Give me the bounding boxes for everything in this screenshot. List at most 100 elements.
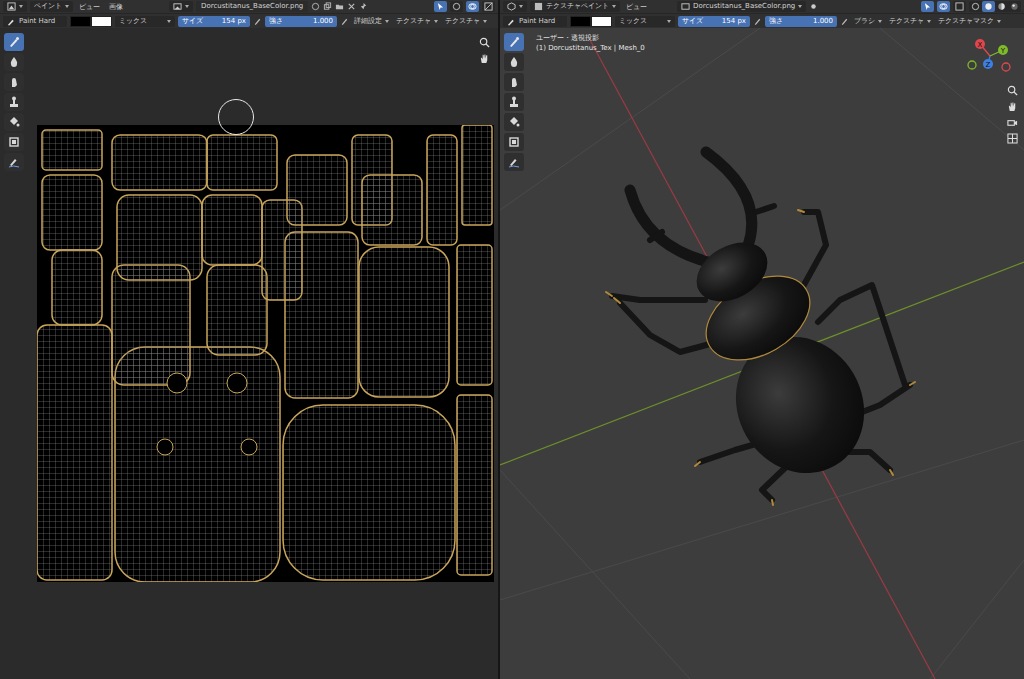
header-right-icons xyxy=(434,1,495,12)
menu-item[interactable]: ビュー xyxy=(623,2,650,12)
navigation-gizmo[interactable]: XYZ xyxy=(962,34,1018,78)
rendered-shading-button[interactable] xyxy=(1008,1,1021,12)
pressure-icon[interactable] xyxy=(753,17,762,26)
popover-menu[interactable]: テクスチャ xyxy=(887,16,933,27)
draw-icon xyxy=(508,36,520,48)
axis-handle[interactable] xyxy=(983,59,993,69)
mask-tool[interactable] xyxy=(4,133,24,151)
pin-icon[interactable] xyxy=(359,2,368,11)
pressure-icon[interactable] xyxy=(253,17,262,26)
toolbar xyxy=(504,33,524,171)
image-name-field[interactable]: Dorcustitanus_BaseColor.png xyxy=(196,1,308,12)
editor-type-button[interactable] xyxy=(3,1,27,12)
annotate-tool[interactable] xyxy=(4,153,24,171)
axis-label: Y xyxy=(1000,47,1006,55)
wireframe-shading-button[interactable] xyxy=(969,1,982,12)
axis-handle[interactable] xyxy=(998,45,1008,55)
fill-tool[interactable] xyxy=(4,113,24,131)
dropdown-arrow-icon xyxy=(167,20,171,23)
clone-tool[interactable] xyxy=(504,93,524,111)
uv-canvas[interactable] xyxy=(0,28,498,679)
mode-dropdown[interactable]: ペイント xyxy=(30,1,73,12)
blend-dropdown[interactable]: ミックス xyxy=(615,16,675,27)
popover-menu[interactable]: ブラシ xyxy=(852,16,884,27)
texture-image xyxy=(37,125,494,582)
hand-icon[interactable] xyxy=(479,53,490,64)
negative-axis-icon[interactable] xyxy=(968,61,976,69)
beetle-model[interactable] xyxy=(606,152,915,505)
uv-sync-button[interactable] xyxy=(434,1,447,12)
overlay-toggle[interactable] xyxy=(466,1,479,12)
soften-icon xyxy=(8,56,20,68)
popover-menu[interactable]: 詳細設定 xyxy=(352,16,391,27)
draw-tool[interactable] xyxy=(504,33,524,51)
mask-tool[interactable] xyxy=(504,133,524,151)
smear-tool[interactable] xyxy=(504,73,524,91)
mode-dropdown[interactable]: テクスチャペイント xyxy=(530,1,620,12)
brush-icon xyxy=(7,17,16,26)
grid-icon[interactable] xyxy=(1007,133,1018,144)
rendered-icon xyxy=(1010,2,1019,11)
fake-user-icon[interactable] xyxy=(311,2,320,11)
annotate-icon xyxy=(8,156,20,168)
gizmo-toggle[interactable] xyxy=(921,1,934,12)
camera-icon[interactable] xyxy=(1007,117,1018,128)
grid xyxy=(500,28,1024,679)
color-swatch[interactable] xyxy=(91,16,112,27)
pressure-icon[interactable] xyxy=(840,17,849,26)
image-browse[interactable] xyxy=(169,1,193,12)
image-selector[interactable]: Dorcustitanus_BaseColor.png xyxy=(677,1,806,12)
soften-tool[interactable] xyxy=(4,53,24,71)
editor-type-button[interactable] xyxy=(503,1,527,12)
brush-dropdown[interactable]: Paint Hard xyxy=(503,16,567,27)
brush-dropdown[interactable]: Paint Hard xyxy=(3,16,67,27)
overlay-icon xyxy=(939,2,948,11)
zoom-icon[interactable] xyxy=(479,37,490,48)
color-swatch[interactable] xyxy=(570,16,591,27)
duplicate-icon[interactable] xyxy=(323,2,332,11)
overlay-toggle[interactable] xyxy=(937,1,950,12)
menu-item[interactable]: 画像 xyxy=(106,2,126,12)
xray-toggle[interactable] xyxy=(953,1,966,12)
mask-icon xyxy=(508,136,520,148)
axis-label: Z xyxy=(986,61,991,69)
strength-field[interactable]: 強さ1.000 xyxy=(265,16,337,27)
material-shading-button[interactable] xyxy=(995,1,1008,12)
axis-handle[interactable] xyxy=(975,39,985,49)
dropdown-arrow-icon xyxy=(434,20,438,23)
close-icon[interactable] xyxy=(347,2,356,11)
clone-tool[interactable] xyxy=(4,93,24,111)
pressure-icon[interactable] xyxy=(340,17,349,26)
draw-tool[interactable] xyxy=(4,33,24,51)
dropdown-arrow-icon xyxy=(667,20,671,23)
solid-shading-button[interactable] xyxy=(982,1,995,12)
open-folder-icon[interactable] xyxy=(335,2,344,11)
display-channels[interactable] xyxy=(482,1,495,12)
size-field[interactable]: サイズ154 px xyxy=(178,16,250,27)
popover-menu[interactable]: テクスチャ xyxy=(394,16,440,27)
negative-axis-icon[interactable] xyxy=(1002,63,1010,71)
smear-tool[interactable] xyxy=(4,73,24,91)
color-swatch[interactable] xyxy=(591,16,612,27)
strength-field[interactable]: 強さ1.000 xyxy=(765,16,837,27)
editor-header: ペイント ビュー画像 Dorcustitanus_BaseColor.png xyxy=(0,0,498,14)
zoom-icon[interactable] xyxy=(1007,85,1018,96)
color-swatch[interactable] xyxy=(70,16,91,27)
size-field[interactable]: サイズ154 px xyxy=(678,16,750,27)
blend-dropdown[interactable]: ミックス xyxy=(115,16,175,27)
3d-viewport[interactable]: ユーザー・透視投影 (1) Dorcustitanus_Tex | Mesh_0… xyxy=(500,28,1024,679)
brush-cursor xyxy=(218,99,254,135)
dropdown-arrow-icon xyxy=(798,5,802,8)
hand-icon[interactable] xyxy=(1007,101,1018,112)
annotate-tool[interactable] xyxy=(504,153,524,171)
tool-settings-bar: Paint Hard ミックス サイズ154 px 強さ1.000 詳細設定テク… xyxy=(0,14,498,28)
popover-menu[interactable]: テクスチャ xyxy=(443,16,489,27)
fill-tool[interactable] xyxy=(504,113,524,131)
menu-item[interactable]: ビュー xyxy=(76,2,103,12)
dot-icon[interactable] xyxy=(809,2,818,11)
dropdown-arrow-icon xyxy=(185,5,189,8)
texture-paint-icon xyxy=(534,2,543,11)
gizmo-toggle[interactable] xyxy=(450,1,463,12)
popover-menu[interactable]: テクスチャマスク xyxy=(936,16,1003,27)
soften-tool[interactable] xyxy=(504,53,524,71)
